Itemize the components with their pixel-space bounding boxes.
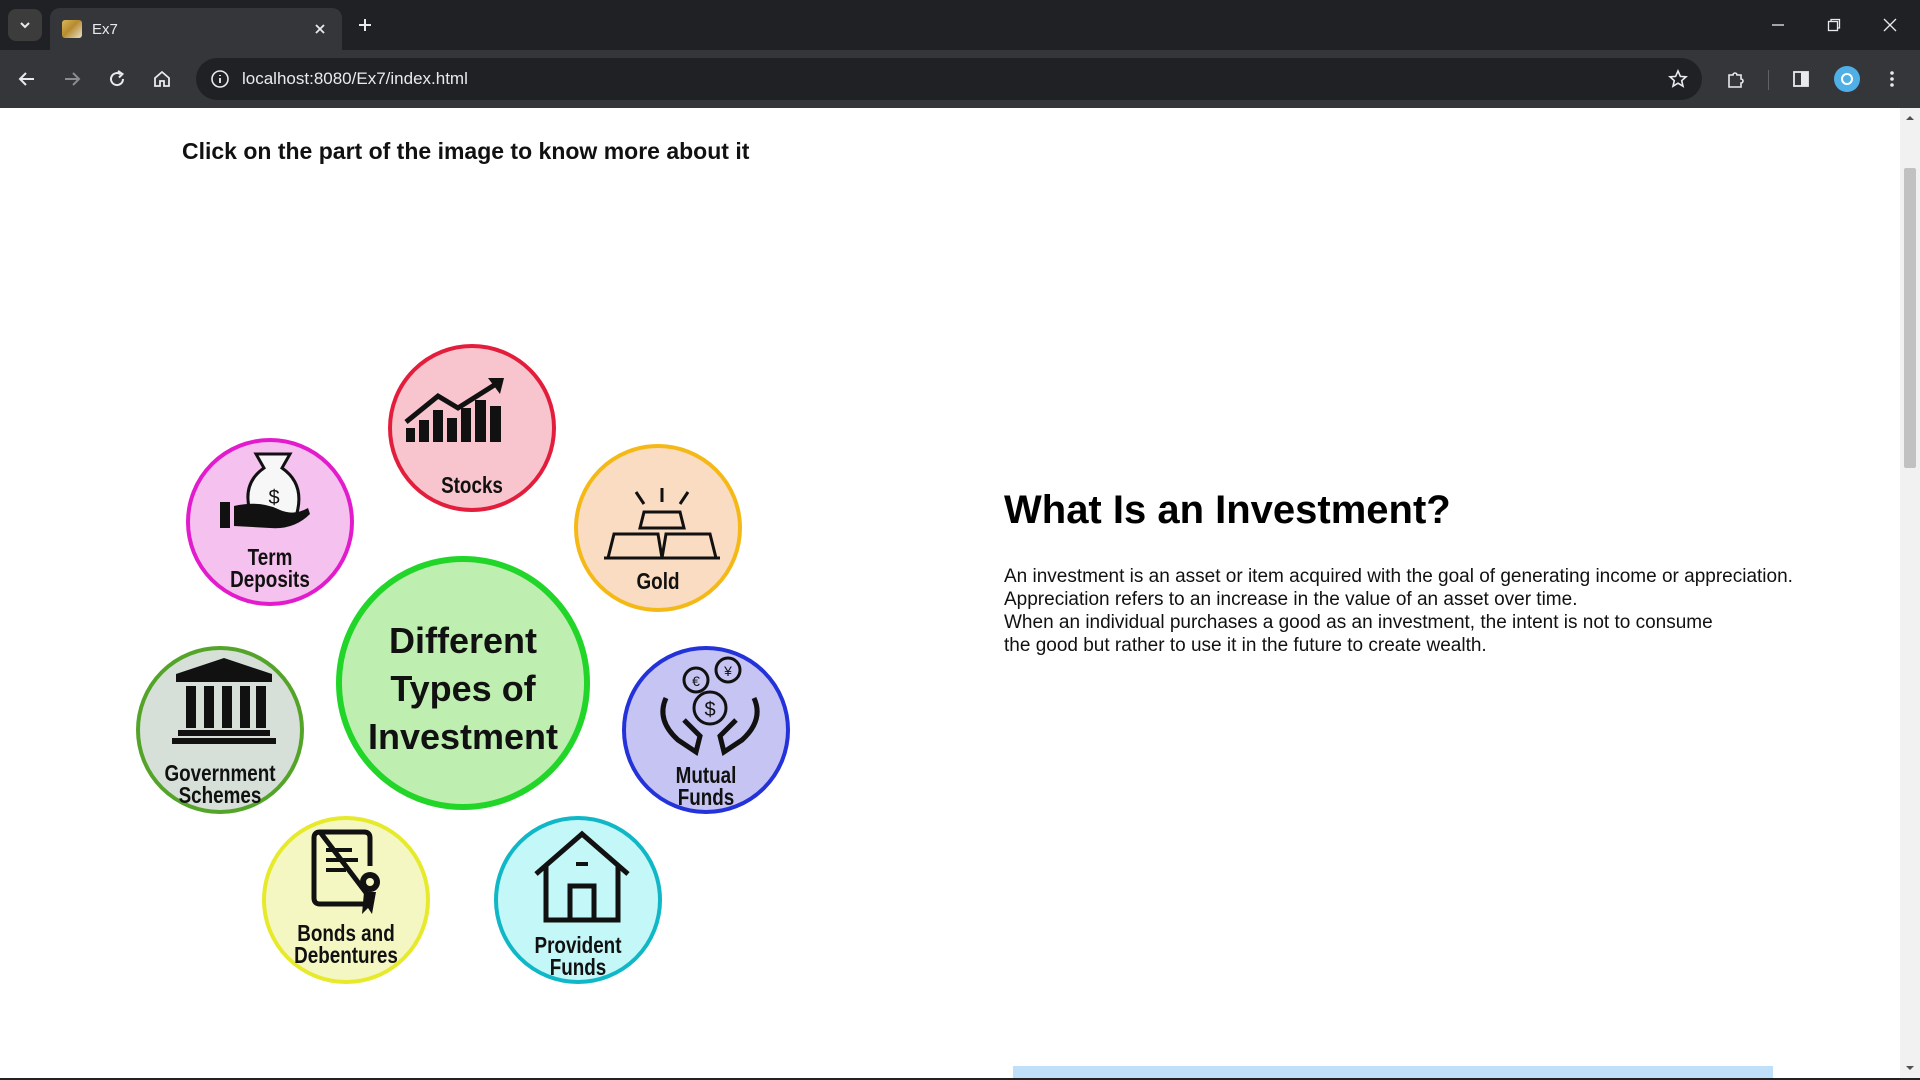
info-heading: What Is an Investment?	[1004, 488, 1451, 532]
tab-search-button[interactable]	[8, 9, 42, 41]
scroll-up-button[interactable]	[1900, 108, 1920, 128]
star-icon	[1668, 69, 1688, 88]
home-button[interactable]	[145, 62, 179, 96]
chevron-down-icon	[20, 22, 30, 29]
tab-close-button[interactable]	[306, 15, 334, 43]
bonds-debentures-label: Bonds and Debentures	[294, 920, 398, 968]
page-scrollbar[interactable]	[1900, 108, 1920, 1078]
term-deposits-circle[interactable]: $ Term Deposits	[186, 438, 354, 606]
forward-button[interactable]	[55, 62, 89, 96]
tab-title: Ex7	[92, 20, 118, 38]
center-circle[interactable]: Different Types of Investment	[336, 556, 590, 810]
browser-toolbar: localhost:8080/Ex7/index.html	[0, 50, 1920, 108]
browser-tab[interactable]: Ex7	[50, 8, 342, 50]
mutual-funds-label: Mutual Funds	[675, 762, 737, 810]
profile-avatar[interactable]	[1834, 66, 1860, 92]
term-deposits-label: Term Deposits	[230, 544, 310, 592]
kebab-menu-icon	[1890, 71, 1894, 87]
page-content: Click on the part of the image to know m…	[0, 108, 1900, 1078]
stocks-circle[interactable]: Stocks	[388, 344, 556, 512]
scroll-down-button[interactable]	[1900, 1058, 1920, 1078]
profile-icon	[1841, 73, 1853, 85]
caret-up-icon	[1906, 116, 1914, 120]
provident-funds-label: Provident Funds	[534, 932, 622, 980]
svg-text:€: €	[692, 673, 700, 689]
info-line-1: An investment is an asset or item acquir…	[1004, 566, 1793, 587]
government-schemes-label: Government Schemes	[164, 760, 276, 808]
back-arrow-icon	[18, 72, 34, 86]
close-icon	[315, 24, 325, 34]
plus-icon	[359, 19, 371, 31]
instruction-heading: Click on the part of the image to know m…	[182, 138, 750, 164]
content-strip	[1013, 1066, 1773, 1078]
stocks-label: Stocks	[441, 472, 503, 498]
side-panel-button[interactable]	[1784, 62, 1818, 96]
svg-text:$: $	[268, 487, 279, 509]
caret-down-icon	[1906, 1066, 1914, 1070]
new-tab-button[interactable]	[350, 10, 380, 40]
bookmark-button[interactable]	[1662, 63, 1694, 95]
close-window-button[interactable]	[1862, 6, 1918, 44]
extensions-button[interactable]	[1719, 62, 1753, 96]
reload-icon	[110, 70, 125, 87]
mutual-funds-circle[interactable]: € ¥ $ Mutual Funds	[622, 646, 790, 814]
side-panel-icon	[1793, 71, 1809, 87]
close-icon	[1883, 18, 1897, 32]
puzzle-icon	[1728, 72, 1744, 88]
favicon-icon	[62, 20, 82, 38]
info-line-2: Appreciation refers to an increase in th…	[1004, 589, 1578, 610]
restore-button[interactable]	[1806, 6, 1862, 44]
gold-label: Gold	[636, 568, 680, 594]
url-text[interactable]: localhost:8080/Ex7/index.html	[242, 69, 468, 89]
svg-text:¥: ¥	[723, 663, 732, 679]
site-info-button[interactable]	[204, 63, 236, 95]
svg-text:$: $	[704, 699, 715, 721]
info-line-4: the good but rather to use it in the fut…	[1004, 635, 1487, 656]
investment-diagram[interactable]: Stocks $ Term Deposits Gold Government S…	[120, 228, 820, 998]
minimize-button[interactable]	[1750, 6, 1806, 44]
minimize-icon	[1772, 24, 1784, 26]
gold-circle[interactable]: Gold	[574, 444, 742, 612]
info-icon	[211, 70, 229, 88]
scroll-thumb[interactable]	[1904, 168, 1916, 468]
home-icon	[154, 70, 170, 87]
info-panel: What Is an Investment? An investment is …	[1004, 488, 1864, 657]
toolbar-separator	[1768, 70, 1769, 90]
government-schemes-circle[interactable]: Government Schemes	[136, 646, 304, 814]
back-button[interactable]	[10, 62, 44, 96]
bonds-debentures-circle[interactable]: Bonds and Debentures	[262, 816, 430, 984]
reload-button[interactable]	[100, 62, 134, 96]
tab-bar: Ex7	[0, 0, 1920, 50]
info-line-3: When an individual purchases a good as a…	[1004, 612, 1713, 633]
browser-menu-button[interactable]	[1875, 62, 1909, 96]
restore-icon	[1827, 18, 1841, 32]
center-label: Different Types of Investment	[367, 620, 559, 757]
address-bar[interactable]: localhost:8080/Ex7/index.html	[196, 58, 1702, 100]
provident-funds-circle[interactable]: Provident Funds	[494, 816, 662, 984]
forward-arrow-icon	[65, 72, 81, 86]
